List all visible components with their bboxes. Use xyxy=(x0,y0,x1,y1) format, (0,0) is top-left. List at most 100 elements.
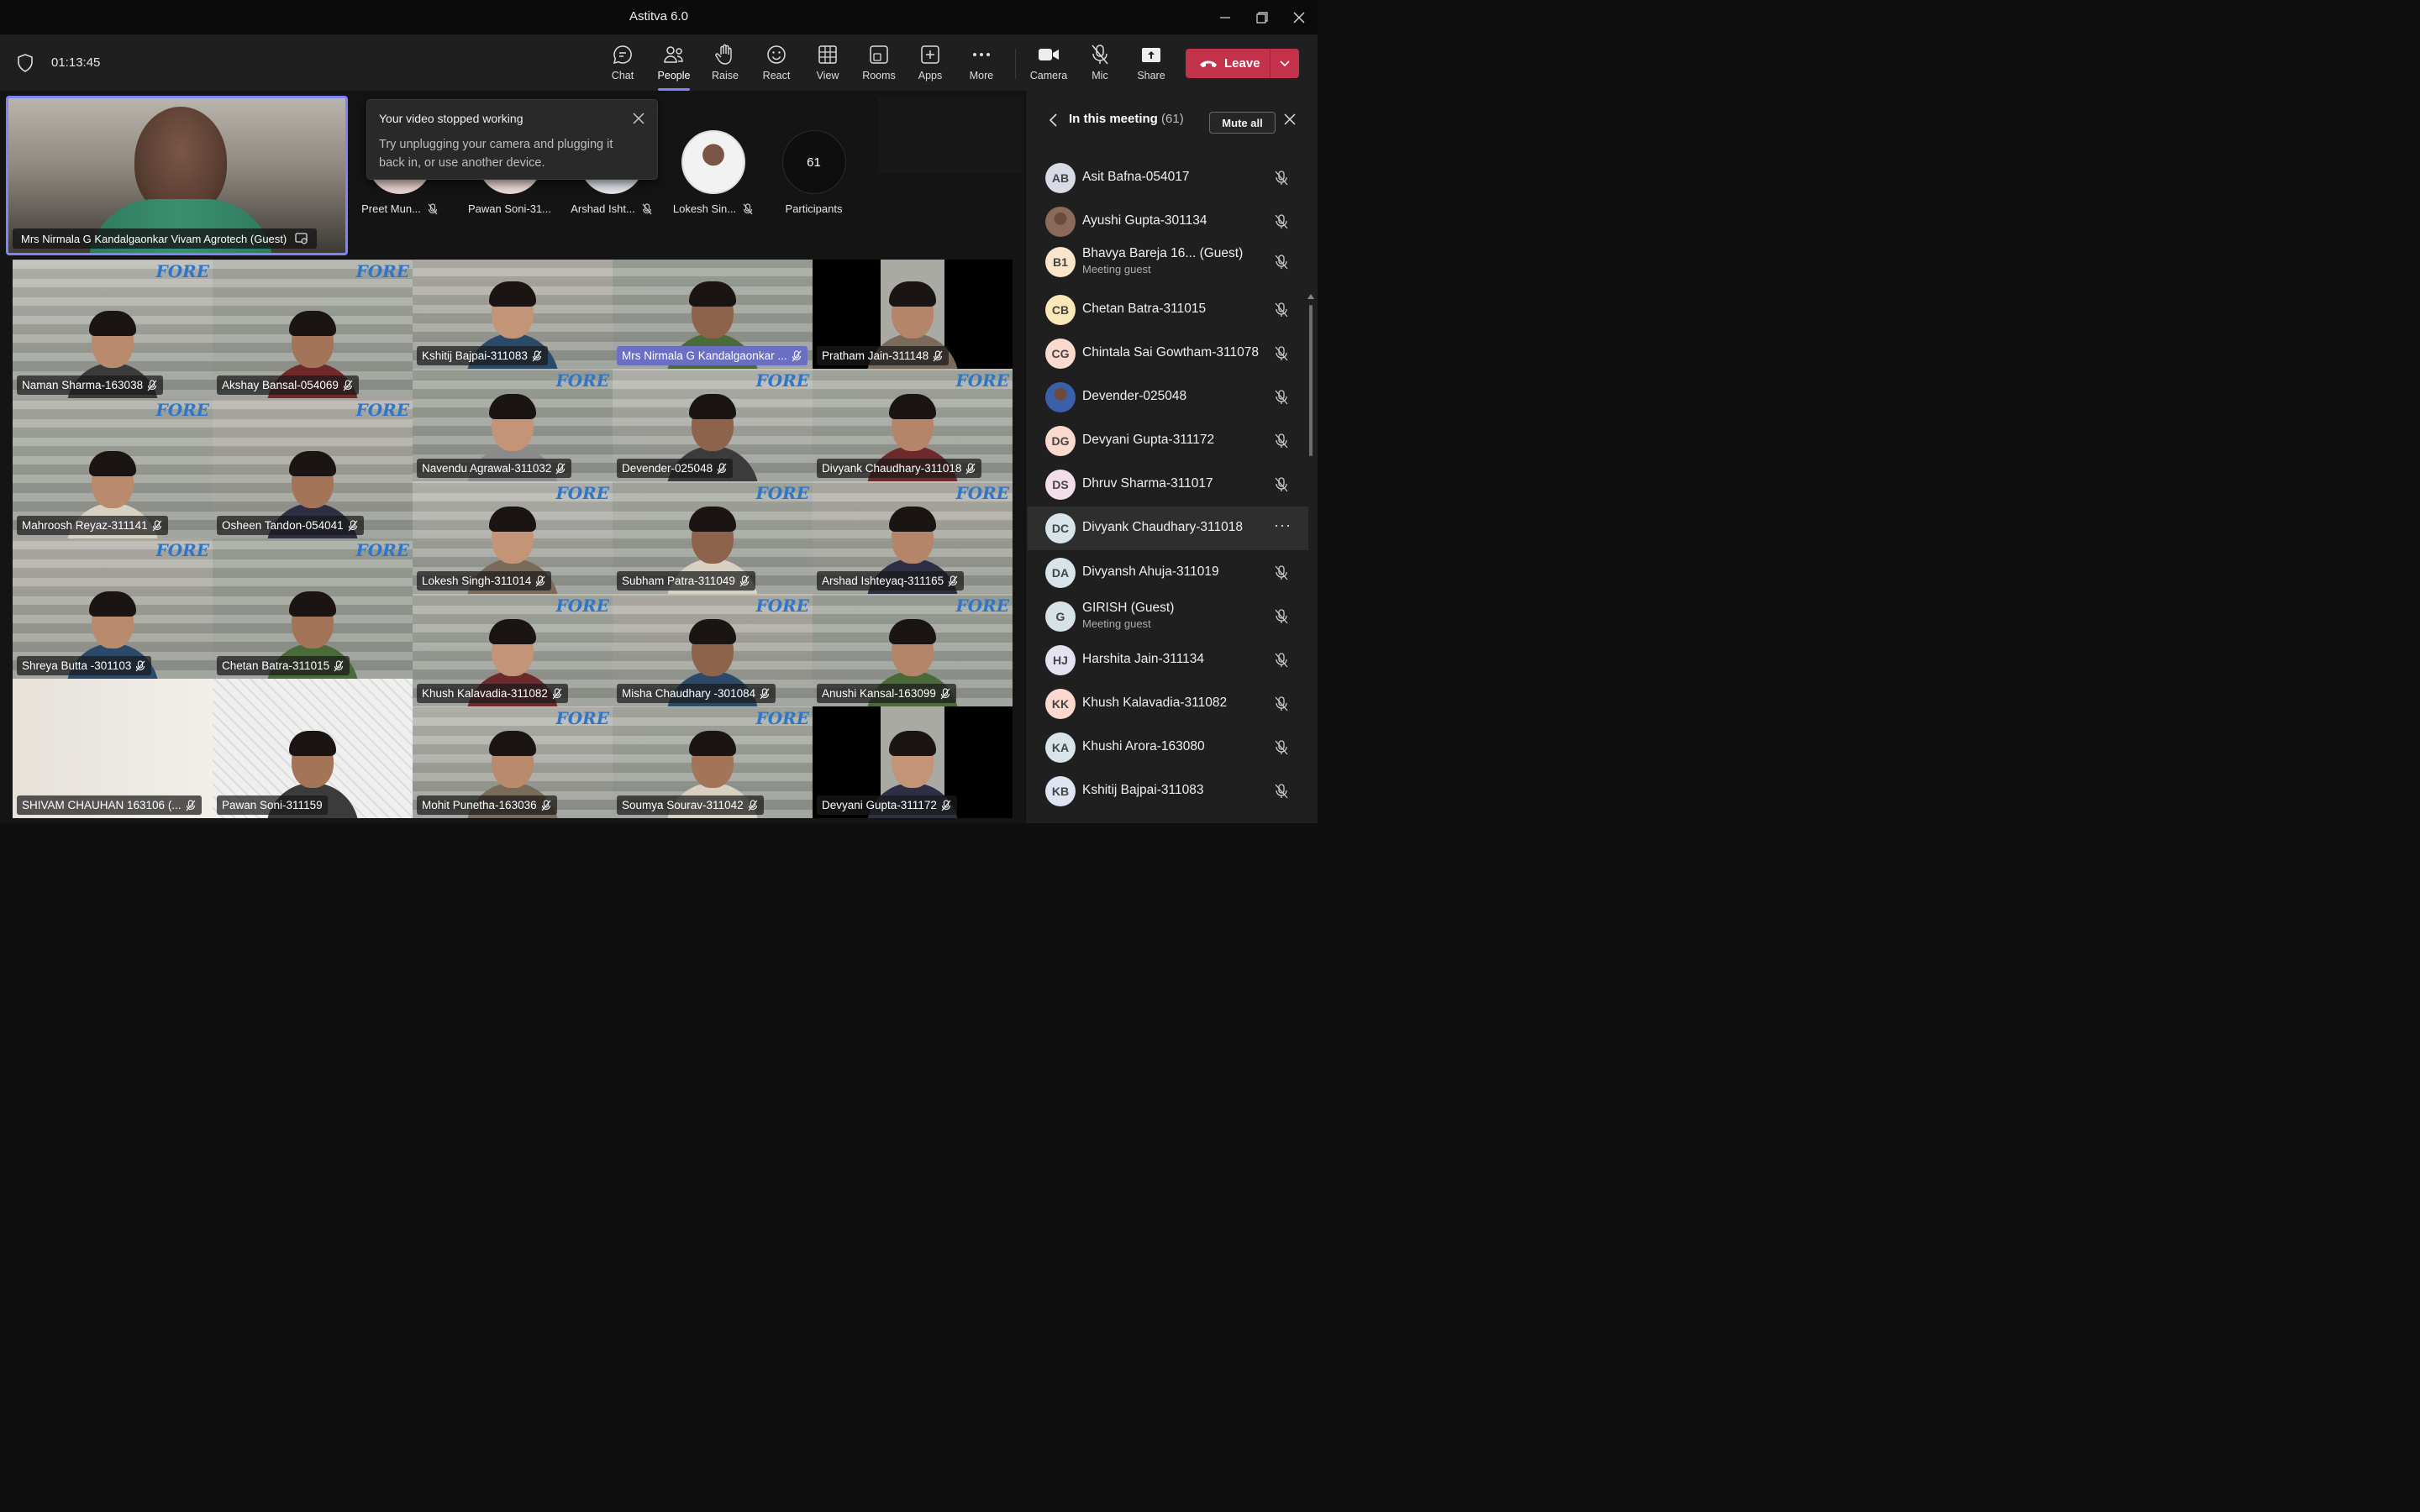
tile-name: Devyani Gupta-311172 xyxy=(822,799,937,811)
more-button[interactable]: More xyxy=(955,44,1007,86)
video-tile[interactable]: FORE Lokesh Singh-311014 xyxy=(413,481,613,594)
video-tile[interactable]: FORE Naman Sharma-163038 xyxy=(13,260,213,398)
participant-row[interactable]: CB Chetan Batra-311015 xyxy=(1028,288,1308,332)
video-tile[interactable]: FORE Misha Chaudhary -301084 xyxy=(613,594,813,706)
mic-off-icon[interactable] xyxy=(1273,433,1290,449)
chat-button[interactable]: Chat xyxy=(597,44,649,86)
mic-off-icon[interactable] xyxy=(1273,783,1290,800)
mic-off-icon[interactable] xyxy=(1273,345,1290,362)
raise-hand-button[interactable]: Raise xyxy=(699,44,751,86)
leave-options-button[interactable] xyxy=(1270,60,1299,67)
mic-off-icon[interactable] xyxy=(1273,739,1290,756)
mic-off-icon[interactable] xyxy=(1273,476,1290,493)
participant-row[interactable]: Ayushi Gupta-301134 xyxy=(1028,200,1308,244)
video-tile[interactable]: Pratham Jain-311148 xyxy=(813,260,1013,369)
mic-off-icon[interactable] xyxy=(1273,564,1290,581)
participant-row[interactable]: DS Dhruv Sharma-311017 xyxy=(1028,463,1308,507)
tile-name: Navendu Agrawal-311032 xyxy=(422,462,552,475)
video-tile[interactable]: FORE Devender-025048 xyxy=(613,369,813,481)
mic-off-icon[interactable] xyxy=(1273,696,1290,712)
mic-off-icon[interactable] xyxy=(1273,170,1290,186)
participant-name: Khush Kalavadia-311082 xyxy=(1082,696,1228,710)
mic-off-icon xyxy=(940,687,950,699)
toast-title: Your video stopped working xyxy=(379,112,523,125)
tile-name: Kshitij Bajpai-311083 xyxy=(422,349,528,362)
participant-row[interactable]: CG Chintala Sai Gowtham-311078 xyxy=(1028,332,1308,375)
video-tile[interactable]: FORE Divyank Chaudhary-311018 xyxy=(813,369,1013,481)
participant-row[interactable]: DA Divyansh Ahuja-311019 xyxy=(1028,551,1308,595)
scrollbar[interactable] xyxy=(1309,305,1313,456)
video-tile[interactable]: Pawan Soni-311159 xyxy=(213,679,413,818)
mic-off-icon xyxy=(552,687,562,699)
grid-icon xyxy=(818,45,837,64)
chevron-left-icon[interactable] xyxy=(1049,113,1059,127)
close-icon[interactable] xyxy=(1283,113,1297,126)
video-tile[interactable]: FORE Soumya Sourav-311042 xyxy=(613,706,813,818)
participant-row[interactable]: KK Khush Kalavadia-311082 xyxy=(1028,682,1308,726)
participant-row[interactable]: HJ Harshita Jain-311134 xyxy=(1028,638,1308,682)
participant-row[interactable]: DC Divyank Chaudhary-311018 ··· xyxy=(1028,507,1308,550)
people-icon xyxy=(664,46,683,63)
minimize-button[interactable] xyxy=(1213,5,1238,30)
participant-row[interactable]: DG Devyani Gupta-311172 xyxy=(1028,419,1308,463)
tile-name: Arshad Ishteyaq-311165 xyxy=(822,575,944,587)
people-button[interactable]: People xyxy=(648,44,700,91)
rooms-button[interactable]: Rooms xyxy=(853,44,905,86)
scroll-up-icon[interactable] xyxy=(1307,294,1314,299)
video-tile[interactable]: Kshitij Bajpai-311083 xyxy=(413,260,613,369)
video-tile[interactable]: FORE Anushi Kansal-163099 xyxy=(813,594,1013,706)
participant-row[interactable]: AB Asit Bafna-054017 xyxy=(1028,156,1308,200)
mic-off-icon xyxy=(933,349,943,361)
video-tile[interactable]: FORE Khush Kalavadia-311082 xyxy=(413,594,613,706)
fore-logo: FORE xyxy=(355,261,410,281)
leave-button[interactable]: Leave xyxy=(1186,49,1299,78)
close-window-button[interactable] xyxy=(1286,5,1312,30)
apps-button[interactable]: Apps xyxy=(904,44,956,86)
participant-row[interactable]: KA Khushi Arora-163080 xyxy=(1028,726,1308,769)
video-tile[interactable]: FORE Navendu Agrawal-311032 xyxy=(413,369,613,481)
tile-name: Chetan Batra-311015 xyxy=(222,659,330,672)
camera-button[interactable]: Camera xyxy=(1023,44,1075,86)
spotlight-video[interactable]: Mrs Nirmala G Kandalgaonkar Vivam Agrote… xyxy=(6,96,348,255)
video-tile[interactable]: SHIVAM CHAUHAN 163106 (... xyxy=(13,679,213,818)
video-tile[interactable]: Devyani Gupta-311172 xyxy=(813,706,1013,818)
mic-off-icon[interactable] xyxy=(1273,254,1290,270)
more-options-icon[interactable]: ··· xyxy=(1274,517,1292,534)
participant-name: Khushi Arora-163080 xyxy=(1082,739,1205,753)
participant-role: Meeting guest xyxy=(1082,617,1151,630)
restore-button[interactable] xyxy=(1249,5,1275,30)
participants-counter[interactable]: 61 Participants xyxy=(765,130,862,215)
video-tile[interactable]: FORE Arshad Ishteyaq-311165 xyxy=(813,481,1013,594)
share-button[interactable]: Share xyxy=(1125,44,1177,86)
participant-row[interactable]: B1 Bhavya Bareja 16... (Guest) Meeting gue… xyxy=(1028,240,1308,284)
video-tile[interactable]: FORE Shreya Butta -301103 xyxy=(13,538,213,679)
fore-logo: FORE xyxy=(955,483,1010,503)
mic-off-icon[interactable] xyxy=(1273,652,1290,669)
tile-name: Pawan Soni-311159 xyxy=(222,799,323,811)
video-tile[interactable]: FORE Chetan Batra-311015 xyxy=(213,538,413,679)
mic-button[interactable]: Mic xyxy=(1074,44,1126,86)
video-tile[interactable]: Mrs Nirmala G Kandalgaonkar ... xyxy=(613,260,813,369)
video-tile[interactable]: FORE Subham Patra-311049 xyxy=(613,481,813,594)
video-tile[interactable]: FORE Osheen Tandon-054041 xyxy=(213,398,413,538)
fore-logo: FORE xyxy=(155,540,210,560)
avatar: KB xyxy=(1045,776,1076,806)
view-button[interactable]: View xyxy=(802,44,854,86)
participant-name: Divyansh Ahuja-311019 xyxy=(1082,564,1219,579)
video-tile[interactable]: FORE Akshay Bansal-054069 xyxy=(213,260,413,398)
participant-row[interactable]: G GIRISH (Guest) Meeting guest xyxy=(1028,595,1308,638)
mic-off-icon[interactable] xyxy=(1273,608,1290,625)
mute-all-button[interactable]: Mute all xyxy=(1209,112,1276,134)
toast-body: Try unplugging your camera and plugging … xyxy=(379,138,613,170)
mic-off-icon[interactable] xyxy=(1273,389,1290,406)
video-tile[interactable]: FORE Mohit Punetha-163036 xyxy=(413,706,613,818)
strip-participant[interactable]: Lokesh Sin... xyxy=(665,130,761,215)
video-tile[interactable]: FORE Mahroosh Reyaz-311141 xyxy=(13,398,213,538)
close-icon[interactable] xyxy=(632,112,645,125)
smiley-icon xyxy=(767,45,786,64)
react-button[interactable]: React xyxy=(750,44,802,86)
participant-row[interactable]: KB Kshitij Bajpai-311083 xyxy=(1028,769,1308,813)
mic-off-icon[interactable] xyxy=(1273,213,1290,230)
participant-row[interactable]: Devender-025048 xyxy=(1028,375,1308,419)
mic-off-icon[interactable] xyxy=(1273,302,1290,318)
